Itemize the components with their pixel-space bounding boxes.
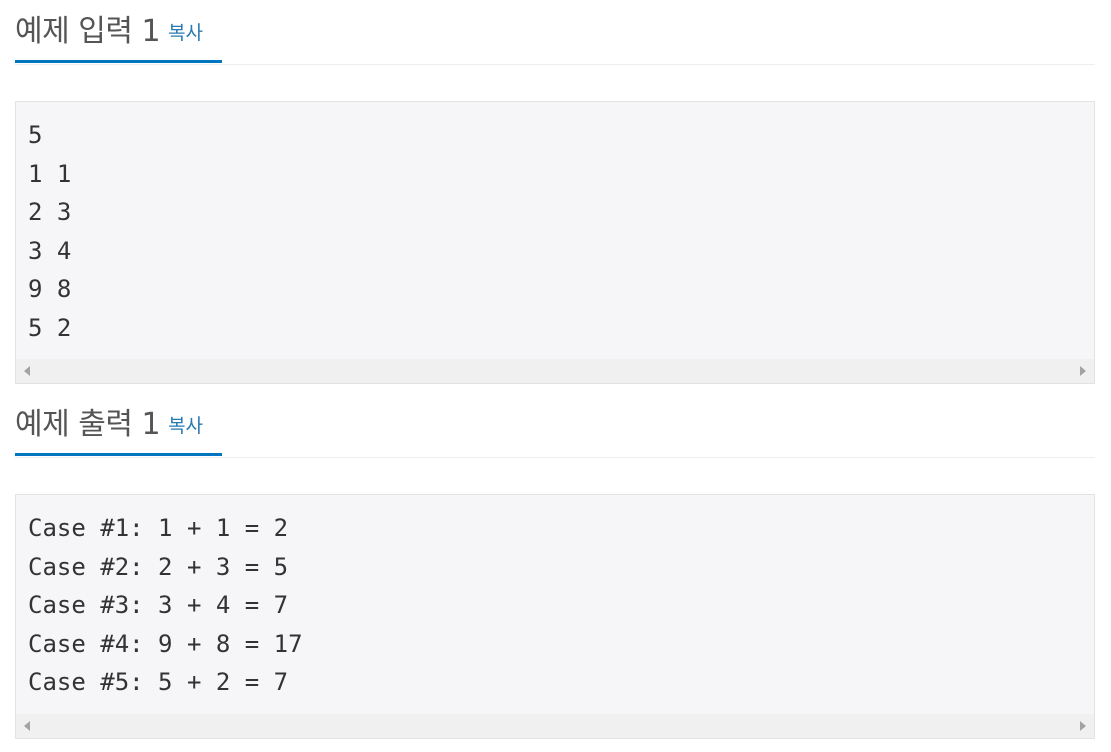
sample-output-box[interactable]: Case #1: 1 + 1 = 2 Case #2: 2 + 3 = 5 Case… [15,494,1095,739]
sample-output-heading: 예제 출력 1 복사 [15,406,222,456]
sample-input-text[interactable]: 5 1 1 2 3 3 4 9 8 5 2 [16,102,1094,347]
horizontal-scrollbar[interactable] [16,359,1094,383]
sample-input-line: 2 3 [28,198,72,226]
sample-input-headline: 예제 입력 1 복사 [15,0,1095,65]
sample-input-heading: 예제 입력 1 복사 [15,13,222,63]
copy-input-button[interactable]: 복사 [168,22,203,44]
sample-input-title: 예제 입력 1 [15,14,161,49]
sample-output-line: Case #5: 5 + 2 = 7 [28,668,289,696]
sample-output-line: Case #1: 1 + 1 = 2 [28,514,289,542]
sample-input-line: 3 4 [28,236,72,265]
scroll-left-arrow-icon[interactable] [24,366,30,376]
scroll-right-arrow-icon[interactable] [1080,366,1086,376]
sample-output-section: 예제 출력 1 복사 Case #1: 1 + 1 = 2 Case #2: 2 +… [15,393,1095,739]
sample-output-line: Case #3: 3 + 4 = 7 [28,591,289,619]
sample-input-line: 9 8 [28,275,72,303]
scroll-left-arrow-icon[interactable] [24,721,30,731]
sample-input-box[interactable]: 5 1 1 2 3 3 4 9 8 5 2 [15,101,1095,384]
sample-input-line: 5 [28,121,43,149]
sample-input-line: 1 1 [28,159,72,188]
scroll-right-arrow-icon[interactable] [1080,721,1086,731]
sample-input-section: 예제 입력 1 복사 5 1 1 2 3 3 4 9 8 5 2 [15,0,1095,384]
copy-output-button[interactable]: 복사 [168,415,203,437]
sample-output-headline: 예제 출력 1 복사 [15,393,1095,458]
sample-output-title: 예제 출력 1 [15,407,161,442]
sample-output-line: Case #2: 2 + 3 = 5 [28,552,289,581]
sample-output-text[interactable]: Case #1: 1 + 1 = 2 Case #2: 2 + 3 = 5 Case… [16,495,1094,702]
sample-output-line: Case #4: 9 + 8 = 17 [28,629,303,658]
horizontal-scrollbar[interactable] [16,714,1094,738]
sample-input-line: 5 2 [28,313,72,342]
